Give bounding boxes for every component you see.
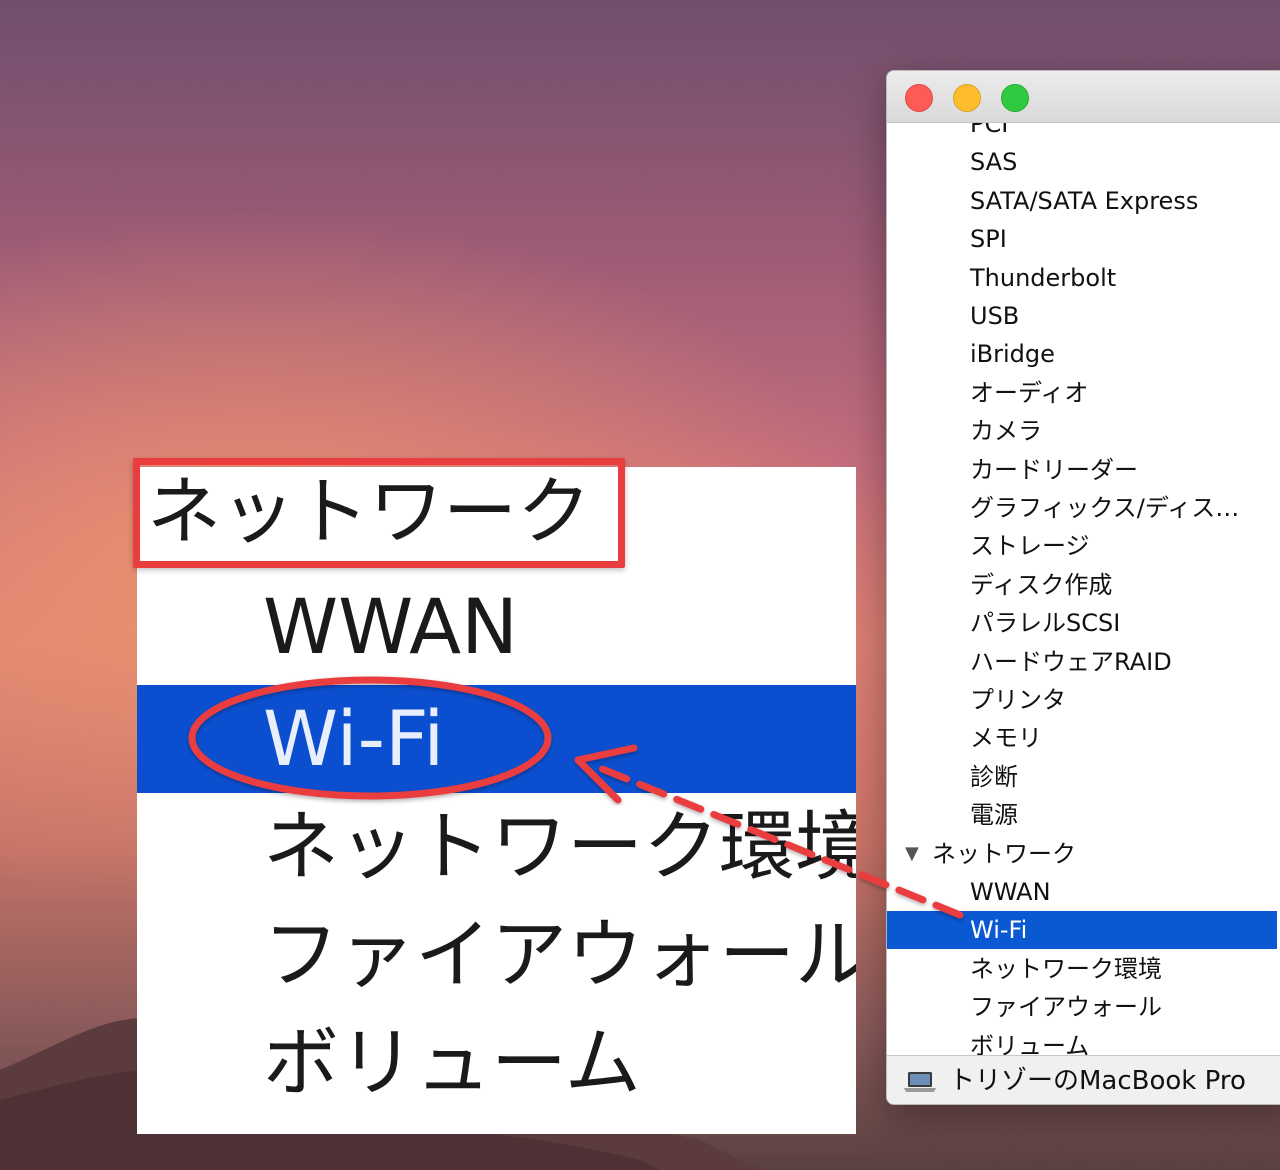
sidebar-item[interactable]: SPI [887,220,1277,258]
zoom-window-button[interactable] [1001,84,1029,112]
sidebar-item-label: USB [970,302,1020,330]
sidebar-item-label: カードリーダー [970,455,1138,484]
annotation-heading-box [133,458,625,568]
disclosure-triangle-icon[interactable]: ▼ [905,835,919,873]
sidebar-item-label: SATA/SATA Express [970,186,1199,215]
window-titlebar[interactable] [887,71,1280,123]
sidebar-item[interactable]: WWAN [887,873,1277,911]
sidebar-item-label: Wi-Fi [970,916,1028,945]
sidebar-item-label: iBridge [970,340,1055,369]
sidebar-item[interactable]: ネットワーク環境 [887,950,1277,988]
sidebar-item-label: Thunderbolt [970,263,1117,292]
system-information-window: PCI SAS SATA/SATA Express SPI Thunderbolt USB… [886,70,1280,1105]
sidebar-item-label: ハードウェアRAID [970,647,1172,676]
sidebar-item-label: プリンタ [970,686,1066,714]
computer-name-label: トリゾーのMacBook Pro [949,1066,1246,1096]
sidebar-item[interactable]: USB [887,297,1277,335]
zoom-item-label: ファイアウォール [263,910,856,999]
sidebar-item-label: カメラ [970,417,1042,446]
sidebar-item[interactable]: ボリューム [887,1027,1277,1055]
sidebar-item[interactable]: iBridge [887,335,1277,373]
sidebar-item[interactable]: ディスク作成 [887,566,1277,604]
sidebar-item[interactable]: メモリ [887,719,1277,757]
zoom-item: ボリューム [137,1009,856,1117]
sidebar-item-label: ディスク作成 [970,570,1113,599]
sidebar-item[interactable]: ファイアウォール [887,988,1277,1026]
sidebar-item[interactable]: 診断 [887,758,1277,796]
sidebar-item[interactable]: Thunderbolt [887,259,1277,297]
sidebar-item[interactable]: プリンタ [887,681,1277,719]
sidebar-item-label: PCI [970,123,1009,138]
sidebar-item[interactable]: オーディオ [887,374,1277,412]
sidebar-item-label: グラフィックス/ディス… [970,494,1240,522]
sidebar-item[interactable]: ストレージ [887,527,1277,565]
laptop-icon [904,1072,936,1092]
sidebar-tree[interactable]: PCI SAS SATA/SATA Express SPI Thunderbolt USB… [887,123,1280,1055]
sidebar-item-label: 電源 [970,801,1018,830]
sidebar-item[interactable]: 電源 [887,796,1277,834]
sidebar-item[interactable]: カメラ [887,412,1277,450]
zoom-item: ネットワーク環境 [137,793,856,901]
sidebar-item[interactable]: PCI [887,123,1277,143]
zoom-item: ファイアウォール [137,901,856,1009]
zoom-item-label: ボリューム [263,1018,641,1107]
sidebar-item[interactable]: Wi-Fi [887,911,1277,950]
zoom-item-label: ネットワーク環境 [263,802,856,891]
sidebar-item-label: ボリューム [970,1031,1090,1055]
zoom-item: Wi-Fi [137,685,856,793]
zoom-item-label: Wi-Fi [263,694,445,783]
minimize-window-button[interactable] [953,84,981,112]
sidebar-item-label: ストレージ [970,532,1090,561]
sidebar-item[interactable]: カードリーダー [887,451,1277,489]
sidebar-item-label: WWAN [970,878,1051,906]
sidebar-item-label: メモリ [970,724,1042,753]
sidebar-item-label: パラレルSCSI [970,609,1121,638]
close-window-button[interactable] [905,84,933,112]
sidebar-item-label: SPI [970,225,1007,254]
sidebar-item[interactable]: グラフィックス/ディス… [887,489,1277,527]
sidebar-item[interactable]: パラレルSCSI [887,604,1277,642]
zoom-item: WWAN [137,573,856,681]
zoom-item-label: WWAN [263,582,518,671]
sidebar-item-label: 診断 [970,762,1018,791]
sidebar-item[interactable]: ハードウェアRAID [887,643,1277,681]
sidebar-item[interactable]: SAS [887,143,1277,181]
sidebar-item-label: オーディオ [970,378,1089,407]
sidebar-item-label: ネットワーク環境 [970,954,1162,983]
sidebar-item[interactable]: SATA/SATA Express [887,182,1277,220]
sidebar-item-label: SAS [970,148,1018,177]
sidebar-section-network[interactable]: ▼ ネットワーク [887,835,1277,873]
sidebar-item-label: ファイアウォール [970,993,1162,1022]
sidebar-item-label: ネットワーク [932,839,1076,868]
status-bar: トリゾーのMacBook Pro [887,1055,1280,1104]
